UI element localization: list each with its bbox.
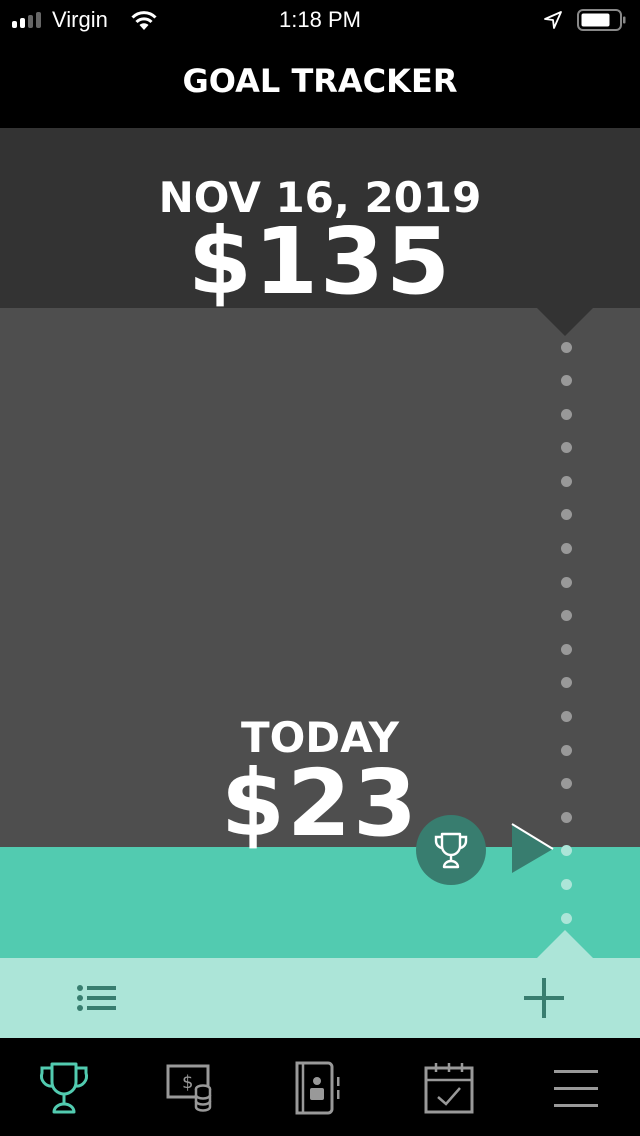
goal-pointer	[537, 308, 593, 336]
progress-dot	[560, 845, 572, 857]
calendar-check-icon	[424, 1063, 474, 1114]
trophy-icon	[434, 832, 468, 869]
plus-icon[interactable]	[518, 972, 570, 1024]
goal-header: NOV 16, 2019 $135	[0, 128, 640, 312]
page-title: GOAL TRACKER	[182, 62, 458, 100]
tab-goals[interactable]	[34, 1060, 94, 1116]
progress-dot	[560, 408, 572, 420]
progress-dot	[560, 811, 572, 823]
progress-dot	[560, 341, 572, 353]
tab-money[interactable]: $	[160, 1060, 220, 1116]
goal-trophy-button[interactable]	[416, 815, 486, 885]
tab-menu[interactable]	[546, 1060, 606, 1116]
navigation-bar: GOAL TRACKER	[0, 40, 640, 128]
progress-dot	[560, 878, 572, 890]
tab-contacts[interactable]	[290, 1060, 350, 1116]
progress-dot	[560, 744, 572, 756]
hamburger-menu-icon	[554, 1070, 598, 1107]
progress-dot	[560, 778, 572, 790]
progress-dot	[560, 610, 572, 622]
list-icon[interactable]	[70, 978, 120, 1018]
battery-icon	[577, 9, 626, 31]
today-marker-arrow	[511, 823, 554, 873]
progress-dot	[560, 643, 572, 655]
money-coins-icon: $	[166, 1064, 212, 1112]
progress-dot	[560, 677, 572, 689]
tab-calendar[interactable]	[418, 1060, 478, 1116]
address-book-icon	[295, 1061, 340, 1115]
goal-amount: $135	[187, 208, 453, 315]
today-pointer	[537, 930, 593, 958]
progress-dot	[560, 912, 572, 924]
progress-dot	[560, 576, 572, 588]
svg-text:$: $	[182, 1072, 193, 1093]
progress-dot	[560, 442, 572, 454]
progress-dot	[560, 475, 572, 487]
progress-dot	[560, 375, 572, 387]
tab-bar: $	[0, 1038, 640, 1136]
status-bar: Virgin 1:18 PM	[0, 0, 640, 40]
progress-dot	[560, 543, 572, 555]
trophy-icon	[40, 1062, 88, 1114]
progress-dot	[560, 509, 572, 521]
location-arrow-icon	[544, 11, 562, 29]
progress-dot	[560, 710, 572, 722]
action-bar	[0, 958, 640, 1038]
